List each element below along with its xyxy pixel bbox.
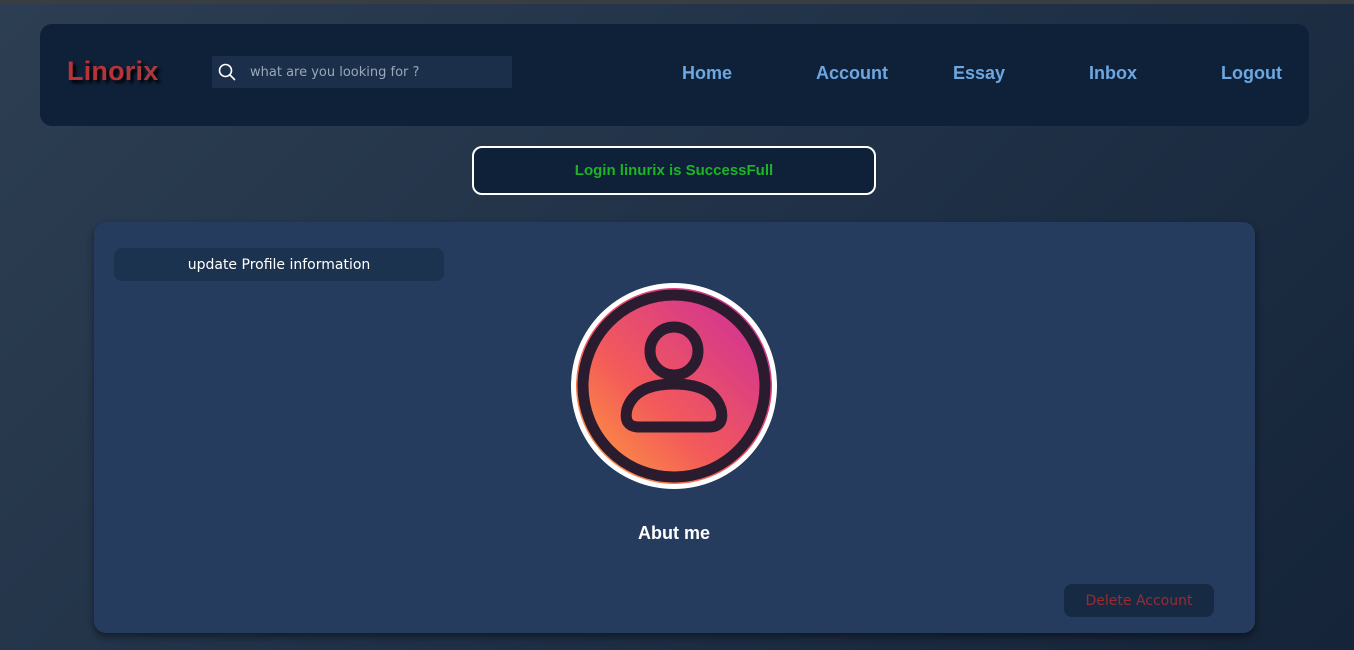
window-top-border [0,0,1354,4]
logo[interactable]: Linorix [67,56,158,87]
alert-message: Login linurix is SuccessFull [574,162,774,179]
logo-prefix: Lino [67,56,125,86]
nav-logout[interactable]: Logout [1221,63,1282,84]
nav-account[interactable]: Account [816,63,888,84]
logo-suffix: rix [124,56,159,86]
nav-inbox[interactable]: Inbox [1089,63,1137,84]
search-input[interactable] [242,56,512,88]
user-avatar-icon[interactable] [569,281,779,491]
navbar: Linorix Home Account Essay Inbox Logout [40,24,1309,126]
update-profile-button[interactable]: update Profile information [114,248,444,281]
search-bar [212,56,512,88]
search-icon[interactable] [212,56,242,88]
about-me-heading: Abut me [638,523,710,543]
profile-card: update Profile information Abut me Delet… [94,222,1255,633]
nav-essay[interactable]: Essay [953,63,1005,84]
delete-account-button[interactable]: Delete Account [1064,584,1214,617]
login-success-alert: Login linurix is SuccessFull [472,146,876,195]
nav-home[interactable]: Home [682,63,732,84]
